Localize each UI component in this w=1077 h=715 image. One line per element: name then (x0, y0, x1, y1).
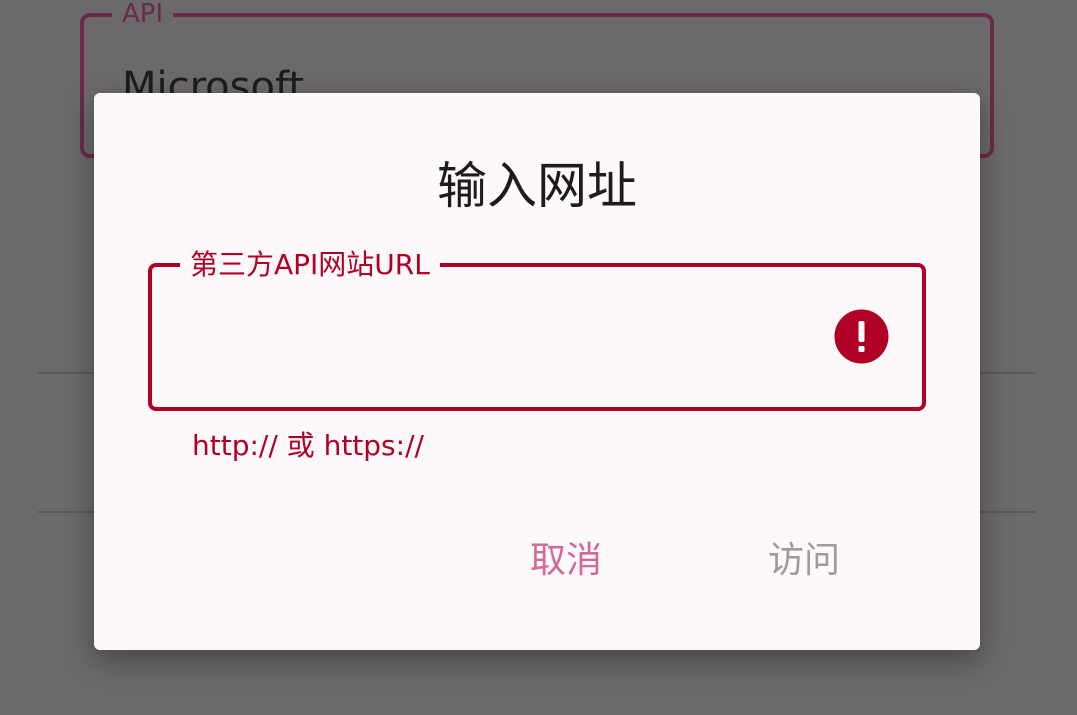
url-input-field-label: 第三方API网站URL (180, 245, 440, 285)
url-input-field[interactable] (148, 263, 926, 411)
error-icon (834, 309, 889, 364)
visit-button[interactable]: 访问 (768, 533, 840, 589)
url-helper-text: http:// 或 https:// (192, 429, 424, 462)
cancel-button[interactable]: 取消 (530, 533, 602, 589)
url-input-dialog: 输入网址 第三方API网站URL http:// 或 https:// 取消 访… (94, 93, 980, 650)
background-api-field-label: API (112, 0, 174, 34)
dialog-title: 输入网址 (437, 157, 637, 215)
